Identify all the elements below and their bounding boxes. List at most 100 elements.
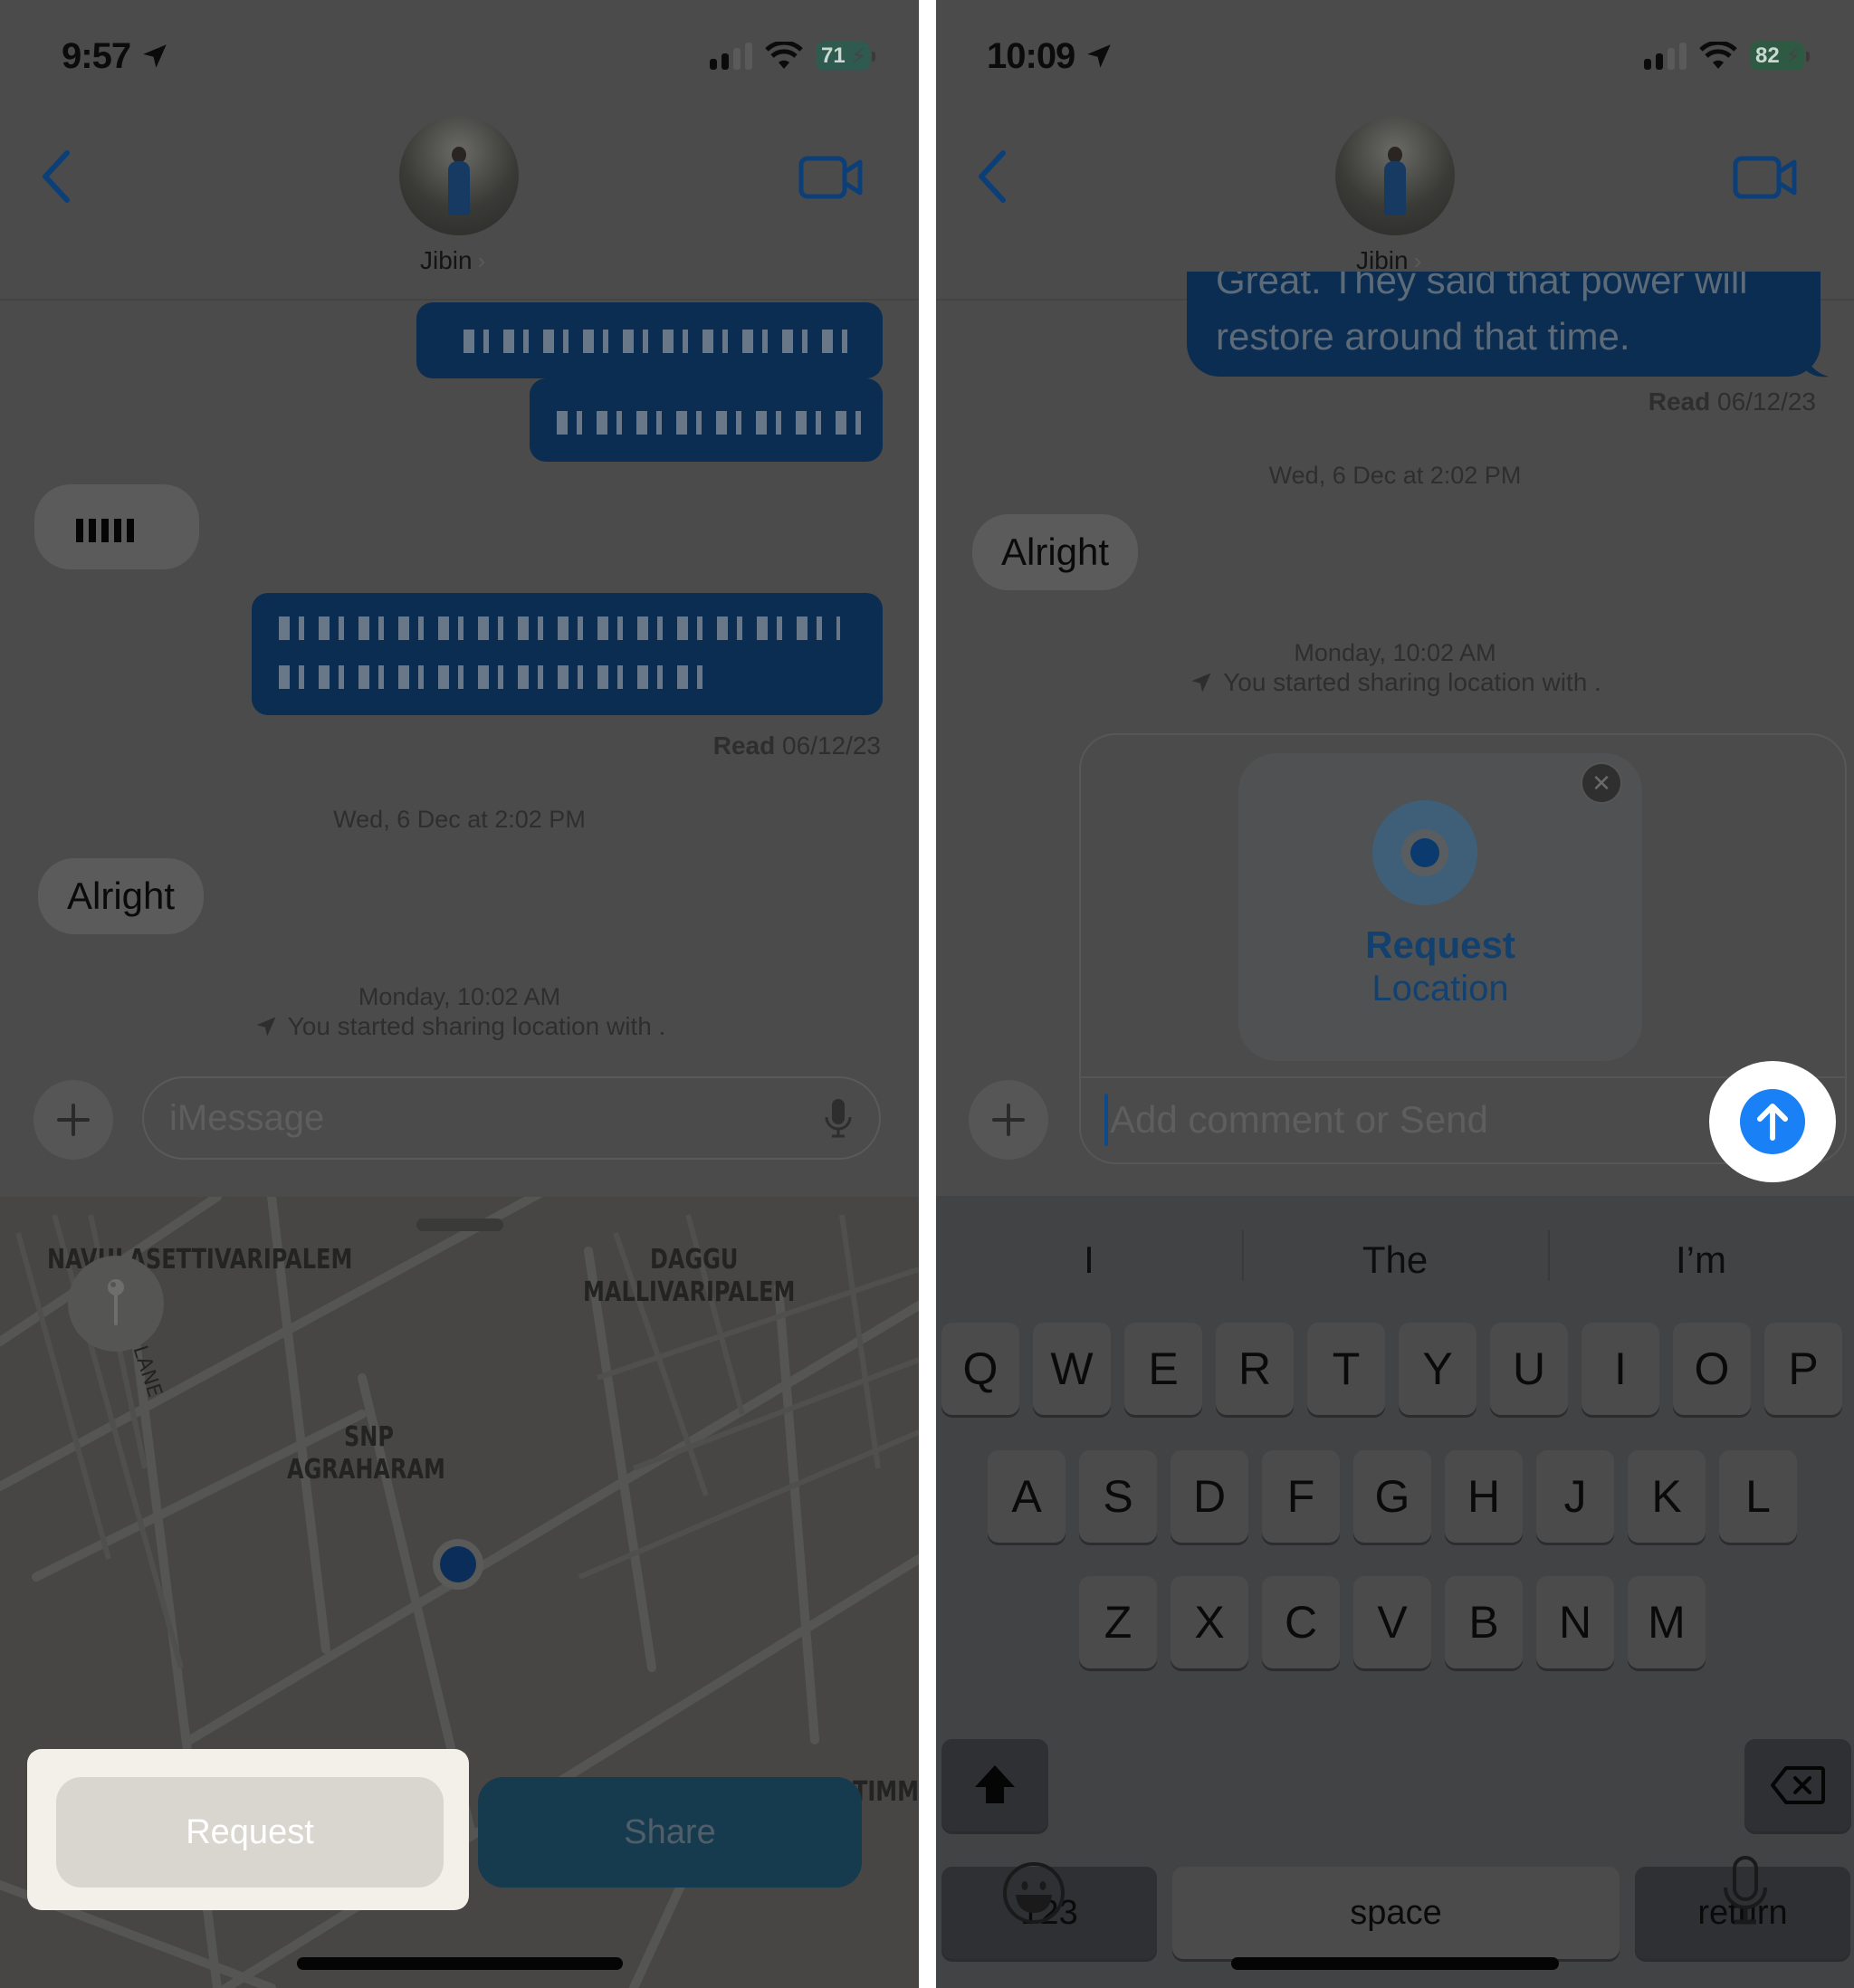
facetime-video-button[interactable] <box>1733 156 1798 199</box>
redacted-text <box>464 330 862 353</box>
key-o[interactable]: O <box>1673 1323 1751 1415</box>
key-l[interactable]: L <box>1719 1450 1797 1543</box>
key-j[interactable]: J <box>1536 1450 1614 1543</box>
back-button[interactable] <box>974 149 1010 204</box>
text-cursor <box>1104 1094 1108 1146</box>
battery-level: 82 <box>1755 43 1780 68</box>
home-indicator[interactable] <box>1231 1957 1559 1970</box>
suggestion[interactable]: I’m <box>1548 1228 1854 1292</box>
key-g[interactable]: G <box>1353 1450 1431 1543</box>
map-label-area: DAGGU <box>650 1244 739 1276</box>
read-label: Read <box>1648 387 1711 416</box>
key-v[interactable]: V <box>1353 1576 1431 1668</box>
location-arrow-icon <box>1087 44 1112 68</box>
apps-plus-button[interactable] <box>969 1080 1048 1160</box>
read-date: 06/12/23 <box>1717 387 1816 416</box>
key-p[interactable]: P <box>1764 1323 1842 1415</box>
close-icon: ✕ <box>1591 769 1611 797</box>
wifi-icon <box>765 42 803 69</box>
incoming-message[interactable]: Alright <box>972 514 1139 590</box>
contact-name: Jibin <box>420 246 473 274</box>
status-time-text: 9:57 <box>62 36 131 76</box>
contact-name-button[interactable]: Jibin › <box>420 246 485 275</box>
outgoing-message[interactable]: Great. They said that power will restore… <box>1187 272 1821 377</box>
key-x[interactable]: X <box>1171 1576 1248 1668</box>
redacted-text <box>76 519 134 542</box>
incoming-message[interactable]: Alright <box>38 858 205 934</box>
key-q[interactable]: Q <box>941 1323 1019 1415</box>
key-e[interactable]: E <box>1124 1323 1202 1415</box>
battery-tip <box>1806 51 1810 62</box>
key-z[interactable]: Z <box>1079 1576 1157 1668</box>
map-label-area: SNP <box>344 1421 394 1453</box>
imessage-input[interactable]: iMessage <box>142 1076 881 1160</box>
back-button[interactable] <box>38 149 74 204</box>
chevron-left-icon <box>43 150 70 203</box>
apps-plus-button[interactable] <box>33 1080 113 1160</box>
send-button[interactable] <box>1740 1089 1805 1154</box>
home-indicator[interactable] <box>297 1957 623 1970</box>
key-u[interactable]: U <box>1490 1323 1568 1415</box>
sheet-grabber-handle[interactable] <box>416 1219 503 1231</box>
space-key[interactable]: space <box>1172 1867 1620 1959</box>
key-r[interactable]: R <box>1216 1323 1294 1415</box>
key-d[interactable]: D <box>1171 1450 1248 1543</box>
outgoing-message-redacted[interactable] <box>252 593 883 715</box>
key-k[interactable]: K <box>1628 1450 1706 1543</box>
facetime-video-button[interactable] <box>798 156 864 199</box>
charging-bolt-icon: ⚡ <box>1785 44 1801 69</box>
shift-icon <box>975 1765 1015 1803</box>
incoming-message-redacted[interactable] <box>34 484 199 569</box>
suggestion[interactable]: The <box>1242 1228 1548 1292</box>
attachment-subtitle: Location <box>1371 969 1509 1008</box>
location-arrow-icon <box>1191 673 1211 693</box>
location-arrow-icon <box>256 1017 276 1037</box>
map-label-area: MALLIVARIPALEM <box>583 1276 796 1308</box>
battery-level: 71 <box>821 43 846 68</box>
remove-attachment-button[interactable]: ✕ <box>1581 762 1622 804</box>
map-pin-button[interactable] <box>68 1256 164 1352</box>
key-h[interactable]: H <box>1445 1450 1523 1543</box>
header-divider <box>0 299 919 301</box>
key-i[interactable]: I <box>1582 1323 1659 1415</box>
key-b[interactable]: B <box>1445 1576 1523 1668</box>
redacted-text <box>279 665 713 689</box>
comment-input[interactable]: Add comment or Send <box>1104 1088 1684 1152</box>
plus-icon <box>992 1104 1025 1136</box>
key-n[interactable]: N <box>1536 1576 1614 1668</box>
delete-key[interactable] <box>1744 1739 1851 1831</box>
share-label: Share <box>624 1812 716 1851</box>
request-location-attachment[interactable]: Request Location <box>1238 753 1642 1061</box>
contact-avatar[interactable] <box>1335 116 1455 235</box>
read-date: 06/12/23 <box>782 731 881 760</box>
dictation-button[interactable] <box>1720 1855 1771 1932</box>
keyboard: I The I’m QWERTYUIOPASDFGHJKLZXCVBNM 123… <box>936 1196 1854 1988</box>
key-c[interactable]: C <box>1262 1576 1340 1668</box>
outgoing-message-redacted-continued <box>530 378 883 462</box>
redacted-text <box>279 616 840 640</box>
predictive-text-bar: I The I’m <box>936 1228 1854 1292</box>
arrow-up-icon <box>1757 1104 1788 1141</box>
microphone-icon[interactable] <box>823 1097 854 1139</box>
outgoing-message-redacted[interactable] <box>416 302 883 378</box>
shift-key[interactable] <box>941 1739 1048 1831</box>
key-y[interactable]: Y <box>1399 1323 1477 1415</box>
contact-avatar[interactable] <box>399 116 519 235</box>
battery-indicator: 71 ⚡ <box>816 42 870 71</box>
emoji-keyboard-button[interactable] <box>1001 1860 1066 1930</box>
key-t[interactable]: T <box>1307 1323 1385 1415</box>
request-location-button[interactable]: Request <box>56 1777 444 1888</box>
key-m[interactable]: M <box>1628 1576 1706 1668</box>
chevron-right-icon: › <box>1413 246 1422 274</box>
wifi-icon <box>1699 42 1737 69</box>
timestamp: Monday, 10:02 AM <box>1294 639 1496 666</box>
share-location-button[interactable]: Share <box>478 1777 862 1888</box>
battery-indicator: 82 ⚡ <box>1750 42 1804 71</box>
key-w[interactable]: W <box>1033 1323 1111 1415</box>
redacted-text <box>557 411 865 435</box>
share-notice-text: You started sharing location with . <box>287 1012 666 1040</box>
suggestion[interactable]: I <box>936 1228 1242 1292</box>
key-a[interactable]: A <box>988 1450 1066 1543</box>
key-f[interactable]: F <box>1262 1450 1340 1543</box>
key-s[interactable]: S <box>1079 1450 1157 1543</box>
